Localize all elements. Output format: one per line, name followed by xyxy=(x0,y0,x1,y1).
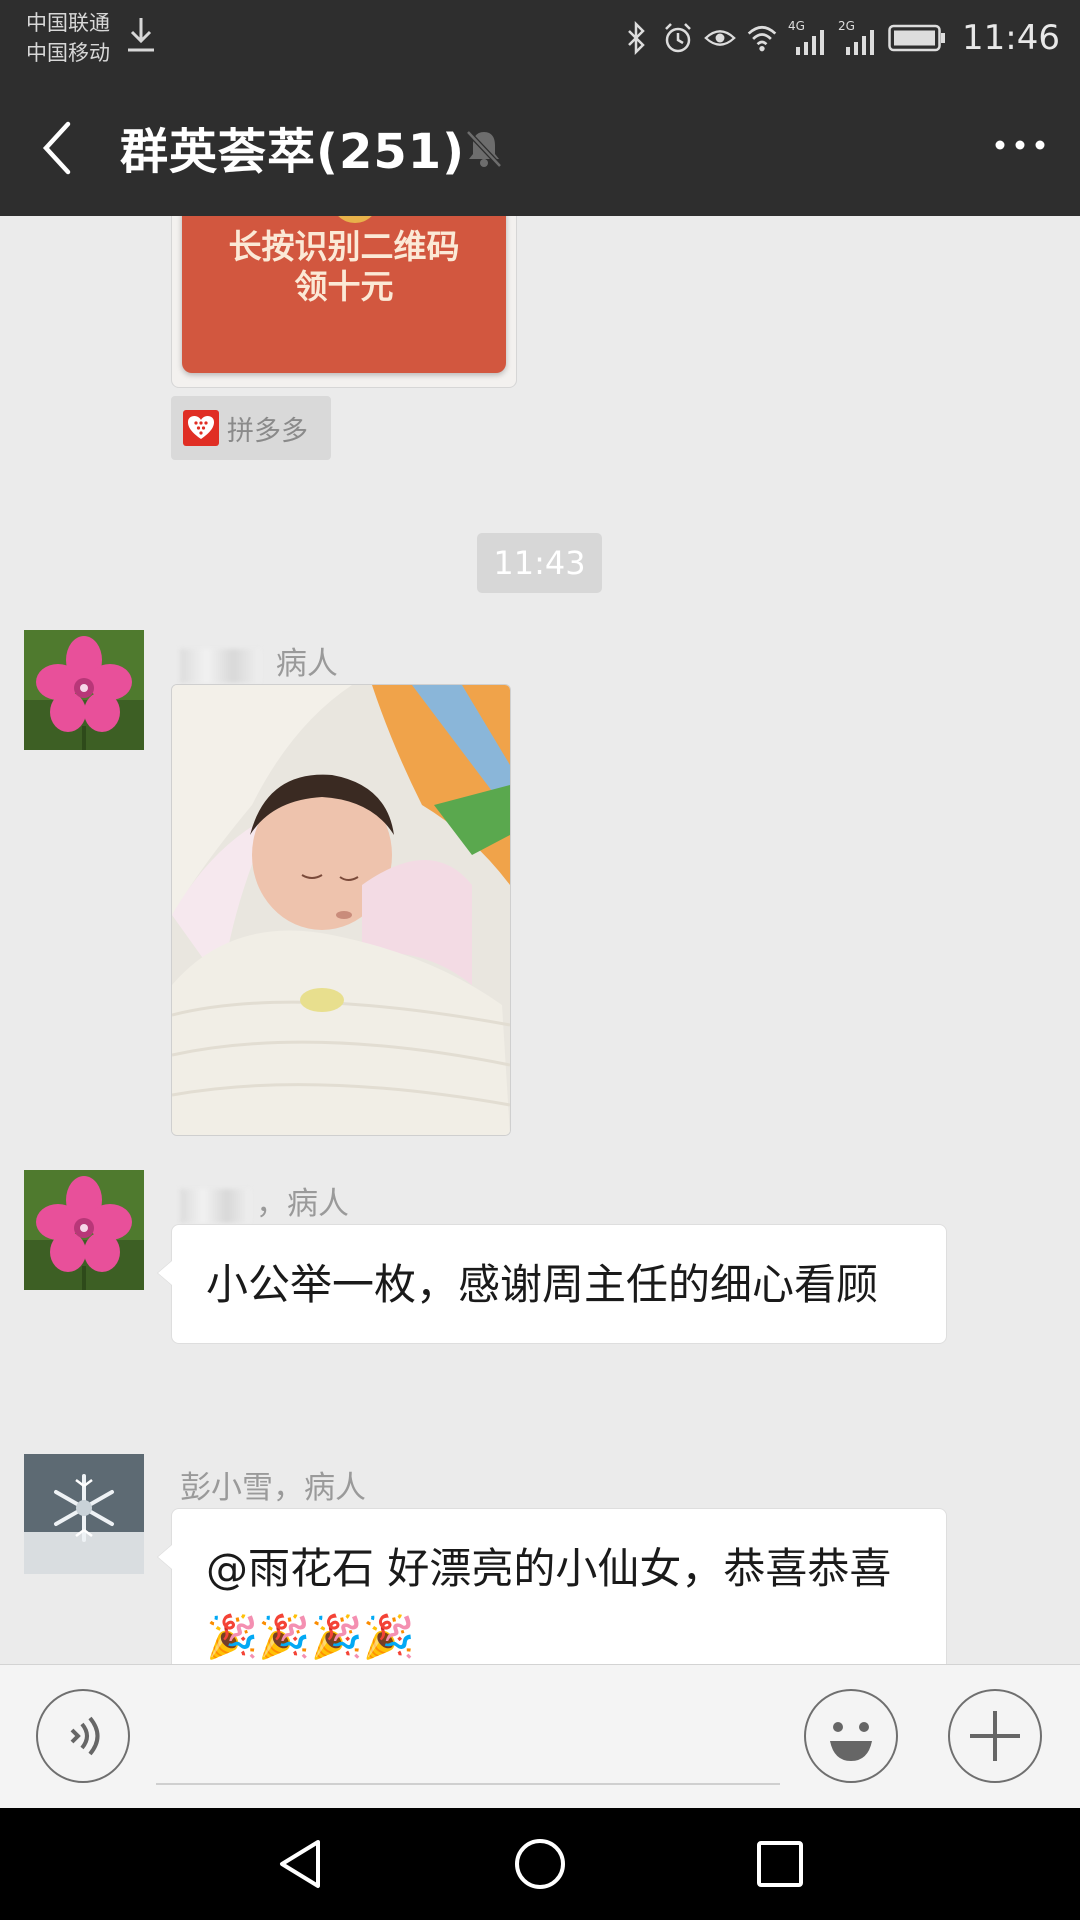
download-icon xyxy=(128,18,154,52)
sender-role: 病人 xyxy=(275,646,338,682)
clock: 11:46 xyxy=(962,18,1060,58)
voice-icon xyxy=(70,1716,100,1756)
chat-title: 群英荟萃(251) xyxy=(120,124,466,180)
red-packet-line2: 领十元 xyxy=(294,267,394,306)
app-source-tag[interactable]: 拼多多 xyxy=(171,396,331,460)
nav-recents-icon[interactable] xyxy=(752,1836,808,1892)
red-packet-image: 长按识别二维码 领十元 xyxy=(182,216,506,373)
wifi-icon xyxy=(747,26,777,52)
app-source-name: 拼多多 xyxy=(227,415,308,447)
bluetooth-icon xyxy=(628,21,645,55)
message-timestamp: 11:43 xyxy=(477,533,602,593)
message-input-field[interactable] xyxy=(156,1783,780,1785)
pink-flower-avatar-icon xyxy=(24,630,144,750)
back-arrow-icon[interactable] xyxy=(38,118,78,178)
sender-role: ，病人 xyxy=(256,1186,349,1222)
snowflake-avatar-icon xyxy=(24,1454,144,1574)
eye-comfort-icon xyxy=(704,30,736,46)
pinduoduo-logo-icon xyxy=(183,410,219,446)
message-text: @雨花石 好漂亮的小仙女，恭喜恭喜🎉🎉🎉🎉 xyxy=(206,1544,892,1661)
more-options-icon[interactable] xyxy=(990,130,1050,160)
carrier-labels: 中国联通 中国移动 xyxy=(26,8,110,68)
plus-icon xyxy=(970,1711,1020,1761)
sender-name: 彭小雪，病人 xyxy=(180,1470,366,1506)
battery-icon xyxy=(888,24,946,52)
muted-bell-icon xyxy=(466,130,502,168)
more-functions-button[interactable] xyxy=(948,1689,1042,1783)
emoji-button[interactable] xyxy=(804,1689,898,1783)
avatar[interactable] xyxy=(24,1454,144,1574)
coin-seal-icon xyxy=(332,216,378,223)
title-bar: 群英荟萃(251) xyxy=(0,78,1080,216)
redacted-name xyxy=(180,648,260,683)
baby-photo-message[interactable] xyxy=(171,684,511,1136)
smiley-icon xyxy=(830,1722,872,1761)
redacted-name xyxy=(180,1188,250,1223)
system-navigation-bar xyxy=(0,1808,1080,1920)
signal-2g-icon: 2G xyxy=(838,19,878,55)
voice-input-button[interactable] xyxy=(36,1689,130,1783)
carrier-2: 中国移动 xyxy=(26,41,110,65)
status-bar: 中国联通 中国移动 4G 2G 11:46 xyxy=(0,0,1080,78)
status-icons: 4G 2G 11:46 xyxy=(620,16,1060,60)
baby-photo-image xyxy=(172,685,510,1135)
red-packet-card[interactable]: 长按识别二维码 领十元 xyxy=(171,216,517,388)
message-text: 小公举一枚，感谢周主任的细心看顾 xyxy=(206,1260,879,1309)
nav-home-icon[interactable] xyxy=(512,1836,568,1892)
red-packet-line1: 长按识别二维码 xyxy=(228,227,460,266)
sender-name: ，病人 xyxy=(180,1178,349,1223)
nav-back-icon[interactable] xyxy=(272,1836,328,1892)
sender-name: 病人 xyxy=(180,638,338,683)
message-bubble[interactable]: 小公举一枚，感谢周主任的细心看顾 xyxy=(157,1224,947,1344)
message-bubble[interactable]: @雨花石 好漂亮的小仙女，恭喜恭喜🎉🎉🎉🎉 xyxy=(157,1508,947,1664)
chat-message-list[interactable]: 长按识别二维码 领十元 拼多多 11:43 病人 ，病人 小公举一枚，感谢周主任… xyxy=(0,216,1080,1664)
avatar[interactable] xyxy=(24,630,144,750)
pink-flower-avatar-icon xyxy=(24,1170,144,1290)
chat-input-bar xyxy=(0,1664,1080,1809)
alarm-icon xyxy=(665,23,691,53)
signal-4g-icon: 4G xyxy=(788,19,828,55)
red-packet-text: 长按识别二维码 领十元 xyxy=(182,227,506,307)
carrier-1: 中国联通 xyxy=(26,11,110,35)
avatar[interactable] xyxy=(24,1170,144,1290)
